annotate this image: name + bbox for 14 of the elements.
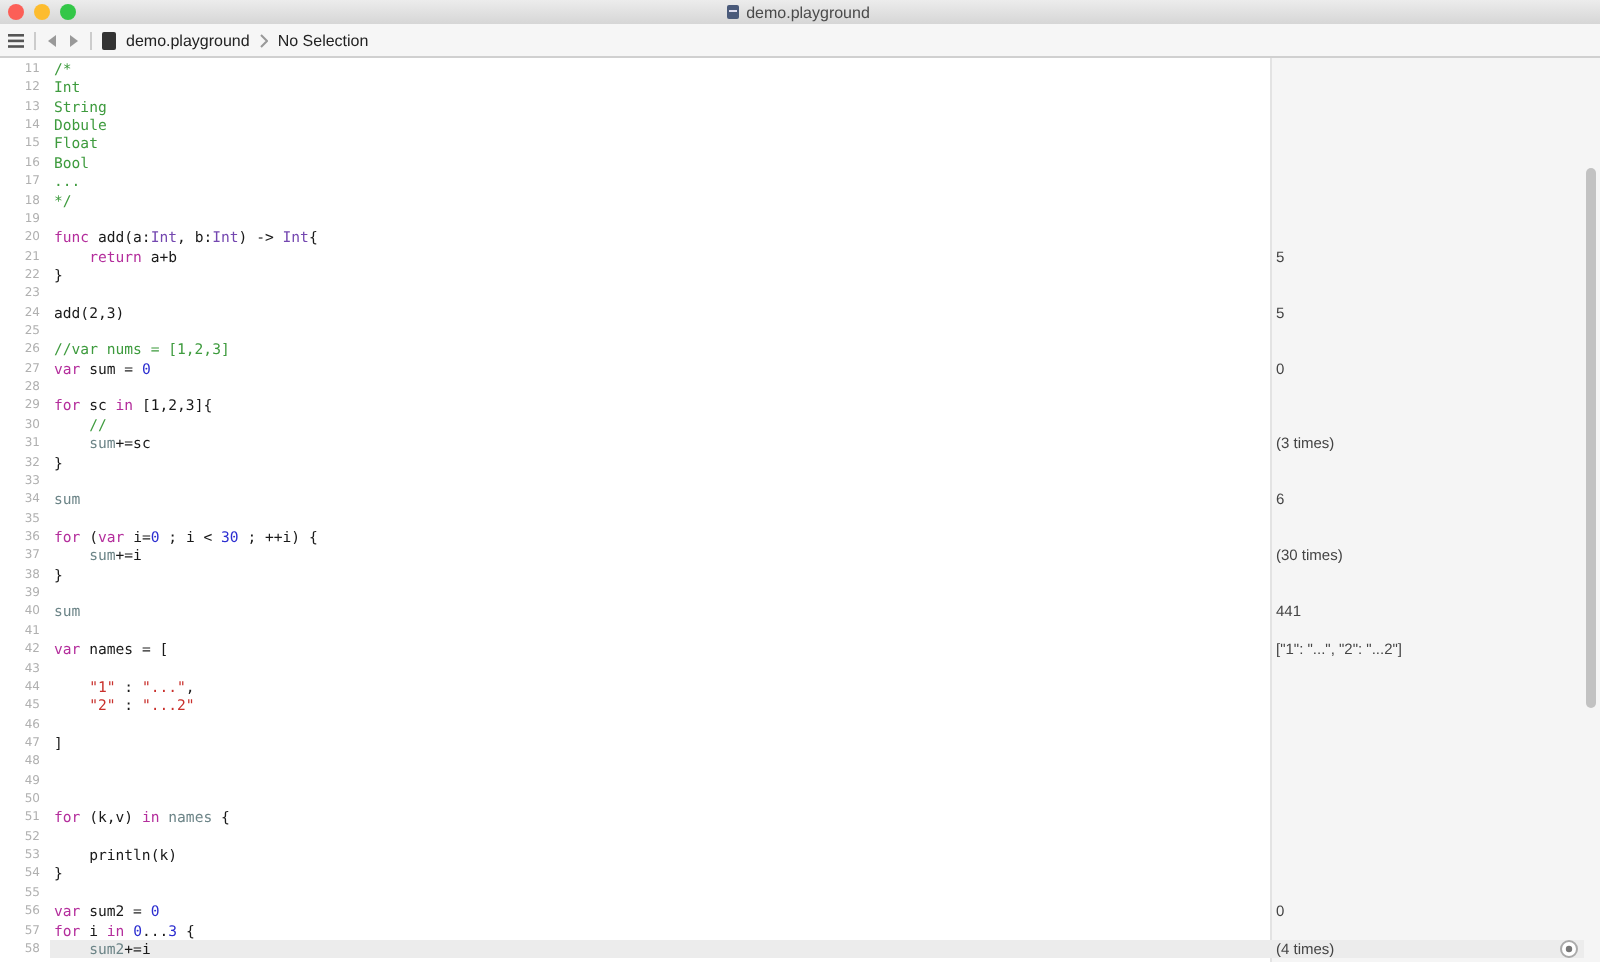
file-icon	[102, 31, 116, 49]
document-icon	[726, 4, 741, 20]
quick-look-icon[interactable]	[1560, 940, 1578, 959]
back-icon[interactable]	[46, 33, 58, 47]
menu-icon[interactable]	[8, 33, 24, 47]
window-title: demo.playground	[746, 3, 870, 21]
minimize-button[interactable]	[34, 4, 50, 20]
forward-icon[interactable]	[68, 33, 80, 47]
close-button[interactable]	[8, 4, 24, 20]
scrollbar-thumb[interactable]	[1586, 168, 1596, 708]
breadcrumb-selection[interactable]: No Selection	[277, 31, 369, 49]
breadcrumb-file[interactable]: demo.playground	[126, 31, 250, 49]
chevron-icon	[259, 33, 268, 47]
zoom-button[interactable]	[60, 4, 76, 20]
